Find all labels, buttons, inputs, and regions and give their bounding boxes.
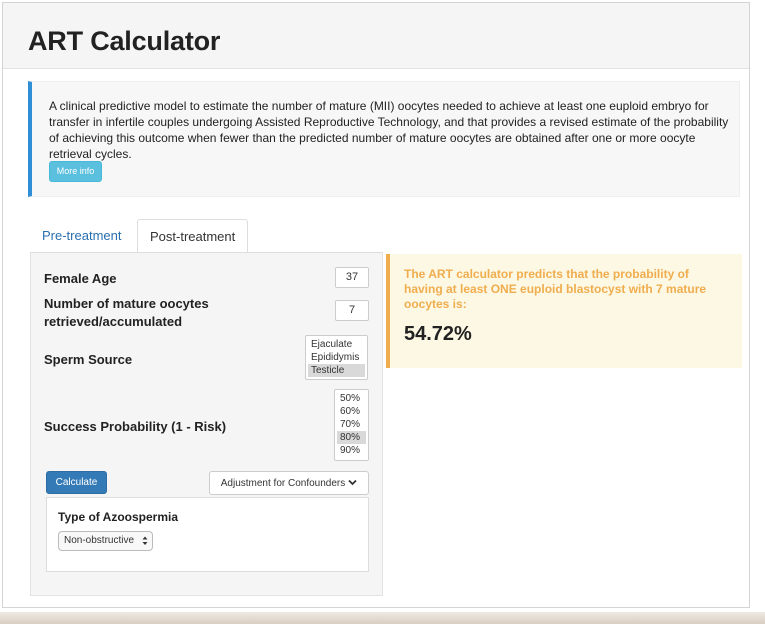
sperm-option-epididymis[interactable]: Epididymis	[308, 351, 365, 364]
more-info-button[interactable]: More info	[49, 161, 102, 182]
success-probability-listbox[interactable]: 50% 60% 70% 80% 90%	[334, 389, 369, 461]
female-age-input[interactable]: 37	[335, 267, 369, 288]
female-age-label: Female Age	[44, 270, 117, 288]
adjustment-dropdown-button[interactable]: Adjustment for Confounders	[209, 471, 369, 495]
page-header: ART Calculator	[3, 3, 749, 69]
sperm-option-testicle[interactable]: Testicle	[308, 364, 365, 377]
result-message: The ART calculator predicts that the pro…	[404, 267, 724, 312]
tab-pre-treatment[interactable]: Pre-treatment	[30, 219, 133, 253]
post-treatment-form: Female Age 37 Number of mature oocytes r…	[30, 253, 383, 596]
chevron-down-icon	[348, 472, 357, 494]
success-probability-label: Success Probability (1 - Risk)	[44, 418, 226, 436]
sperm-source-label: Sperm Source	[44, 351, 132, 369]
page-title: ART Calculator	[28, 26, 220, 57]
prob-option-50[interactable]: 50%	[337, 392, 366, 405]
tab-bar: Pre-treatment Post-treatment	[30, 219, 750, 253]
sperm-option-ejaculate[interactable]: Ejaculate	[308, 338, 365, 351]
oocytes-input[interactable]: 7	[335, 300, 369, 321]
adjustment-label: Adjustment for Confounders	[221, 478, 346, 489]
prob-option-70[interactable]: 70%	[337, 418, 366, 431]
result-panel: The ART calculator predicts that the pro…	[386, 254, 742, 368]
app-window: ART Calculator A clinical predictive mod…	[2, 2, 750, 608]
oocytes-label: Number of mature oocytes retrieved/accum…	[44, 295, 244, 331]
azoospermia-select[interactable]: Non-obstructive	[58, 531, 153, 551]
intro-callout: A clinical predictive model to estimate …	[28, 81, 740, 197]
prob-option-80[interactable]: 80%	[337, 431, 366, 444]
tab-post-treatment[interactable]: Post-treatment	[137, 219, 248, 254]
result-value: 54.72%	[404, 323, 472, 346]
azoospermia-value: Non-obstructive	[64, 535, 134, 546]
azoospermia-label: Type of Azoospermia	[58, 510, 178, 524]
sperm-source-listbox[interactable]: Ejaculate Epididymis Testicle	[305, 335, 368, 380]
prob-option-60[interactable]: 60%	[337, 405, 366, 418]
prob-option-90[interactable]: 90%	[337, 444, 366, 457]
select-arrows-icon	[142, 532, 148, 557]
intro-text: A clinical predictive model to estimate …	[49, 98, 734, 162]
calculate-button[interactable]: Calculate	[46, 471, 107, 494]
bottom-edge	[0, 612, 765, 624]
confounders-panel: Type of Azoospermia Non-obstructive	[46, 497, 369, 572]
